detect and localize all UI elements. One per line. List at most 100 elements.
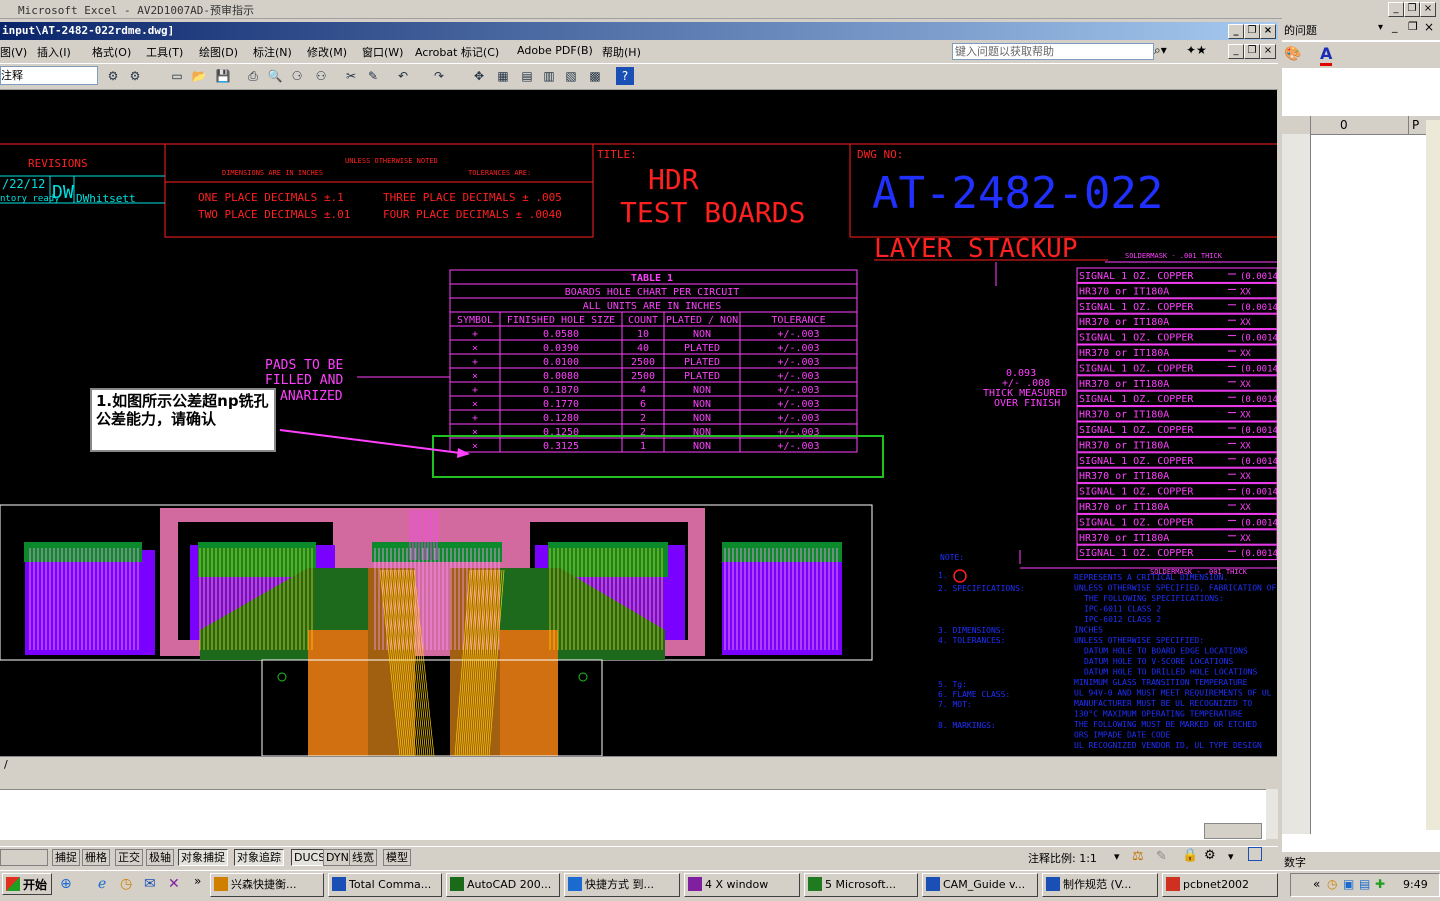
new-file-icon[interactable]: ▭	[168, 67, 186, 85]
auto-scale-icon[interactable]: ✎	[1156, 849, 1167, 864]
doc-minimize-button[interactable]: _	[1228, 44, 1244, 59]
layer-select[interactable]: 注释	[0, 66, 98, 85]
excel-corner[interactable]	[1282, 116, 1311, 134]
menu-help[interactable]: 帮助(H)	[602, 44, 641, 60]
status-toggle-4[interactable]: 对象捕捉	[178, 849, 228, 866]
layer-states-icon[interactable]: ⚙	[126, 67, 144, 85]
tool-palettes-icon[interactable]: ▧	[562, 67, 580, 85]
command-line[interactable]	[0, 789, 1266, 840]
status-toggle-9[interactable]: 模型	[383, 849, 411, 866]
taskbar-task[interactable]: 制作规范 (V...	[1042, 873, 1158, 897]
quicklaunch-outlook-icon[interactable]: ✉	[144, 876, 156, 892]
menu-adobe-pdf[interactable]: Adobe PDF(B)	[517, 44, 593, 57]
excel-col-header[interactable]: P	[1412, 118, 1419, 132]
tray-collapse-icon[interactable]: «	[1313, 877, 1320, 891]
menu-modify[interactable]: 修改(M)	[307, 44, 347, 60]
menu-dimension[interactable]: 标注(N)	[253, 44, 292, 60]
status-toggle-8[interactable]: 线宽	[349, 849, 377, 866]
star-icon[interactable]: ✦★	[1186, 43, 1207, 57]
taskbar-task[interactable]: 4 X window	[684, 873, 800, 897]
start-button[interactable]: 开始	[2, 873, 52, 895]
menu-window[interactable]: 窗口(W)	[362, 44, 403, 60]
status-toggle-1[interactable]: 栅格	[82, 849, 110, 866]
doc-restore-button[interactable]: ❐	[1244, 44, 1260, 59]
excel-col-header[interactable]: 0	[1340, 118, 1348, 132]
quicklaunch-clock-icon[interactable]: ◷	[120, 876, 132, 892]
tray-green-icon[interactable]: ✚	[1375, 877, 1385, 891]
acad-restore-button[interactable]: ❐	[1244, 24, 1260, 39]
command-scrollbar[interactable]	[1266, 789, 1278, 839]
zoom-icon[interactable]: ▦	[494, 67, 512, 85]
excel-minimize-button[interactable]: _	[1388, 2, 1404, 17]
preview-icon[interactable]: 🔍	[266, 67, 284, 85]
publish-icon[interactable]: ⚆	[288, 67, 306, 85]
menu-tools[interactable]: 工具(T)	[146, 44, 183, 60]
quicklaunch-x-icon[interactable]: ✕	[168, 876, 180, 892]
acad-minimize-button[interactable]: _	[1228, 24, 1244, 39]
excel-vscroll[interactable]	[1426, 120, 1440, 830]
annotation-scale[interactable]: 注释比例: 1:1	[1028, 850, 1097, 866]
help-search-input[interactable]: 键入问题以获取帮助	[952, 43, 1154, 60]
menu-format[interactable]: 格式(O)	[92, 44, 131, 60]
match-properties-icon[interactable]: ✎	[364, 67, 382, 85]
quicklaunch-more-icon[interactable]: »	[194, 874, 201, 888]
taskbar-task[interactable]: CAM_Guide v...	[922, 873, 1038, 897]
status-toggle-0[interactable]: 捕捉	[52, 849, 80, 866]
excel-question-dropdown[interactable]: ▾	[1378, 22, 1383, 33]
excel-doc-restore[interactable]: ❐	[1408, 20, 1418, 33]
calculator-icon[interactable]: ▩	[586, 67, 604, 85]
tray-network-icon[interactable]: ▣	[1343, 877, 1354, 891]
lock-icon[interactable]: 🔒	[1182, 848, 1198, 863]
properties-icon[interactable]: ▤	[518, 67, 536, 85]
font-color-icon[interactable]: A	[1320, 44, 1333, 66]
taskbar-task[interactable]: pcbnet2002	[1162, 873, 1278, 897]
excel-doc-min[interactable]: _	[1392, 20, 1398, 33]
design-center-icon[interactable]: ▥	[540, 67, 558, 85]
annotation-visibility-icon[interactable]: ⚖	[1132, 849, 1144, 864]
taskbar-task[interactable]: 5 Microsoft...	[804, 873, 918, 897]
tray-clock-icon[interactable]: ◷	[1327, 877, 1337, 891]
quicklaunch-browser-icon[interactable]: ℯ	[98, 876, 106, 892]
status-toggle-3[interactable]: 极轴	[146, 849, 174, 866]
tray-settings-icon[interactable]: ⚙	[1204, 848, 1216, 863]
redo-icon[interactable]: ↷	[430, 67, 448, 85]
help-icon[interactable]: ?	[616, 67, 634, 85]
fill-color-icon[interactable]: 🎨	[1284, 46, 1301, 62]
taskbar-task[interactable]: 兴森快捷衡...	[210, 873, 324, 897]
taskbar-task[interactable]: Total Comma...	[328, 873, 442, 897]
drawing-hscroll[interactable]: /	[0, 756, 1277, 774]
excel-row-headers[interactable]	[1282, 134, 1311, 834]
scale-dropdown-icon[interactable]: ▾	[1114, 850, 1120, 863]
excel-restore-button[interactable]: ❐	[1404, 2, 1420, 17]
clean-screen-icon[interactable]	[1248, 847, 1262, 861]
print-icon[interactable]: ⎙	[244, 67, 262, 85]
excel-close-button[interactable]: ×	[1420, 2, 1436, 17]
pan-icon[interactable]: ✥	[470, 67, 488, 85]
cmd-hscroll[interactable]	[1204, 823, 1262, 839]
status-toggle-2[interactable]: 正交	[115, 849, 143, 866]
menu-draw[interactable]: 绘图(D)	[199, 44, 238, 60]
layer-properties-icon[interactable]: ⚙	[104, 67, 122, 85]
menu-view[interactable]: 图(V)	[0, 44, 27, 60]
doc-close-button[interactable]: ×	[1260, 44, 1276, 59]
excel-doc-close[interactable]: ×	[1424, 20, 1434, 34]
quicklaunch-ie-icon[interactable]: ⊕	[60, 876, 72, 892]
tray-monitor-icon[interactable]: ▤	[1359, 877, 1370, 891]
cut-icon[interactable]: ✂	[342, 67, 360, 85]
undo-icon[interactable]: ↶	[394, 67, 412, 85]
status-menu-icon[interactable]: ▾	[1228, 850, 1234, 863]
menu-insert[interactable]: 插入(I)	[37, 44, 71, 60]
menu-acrobat[interactable]: Acrobat 标记(C)	[415, 44, 499, 60]
search-icon[interactable]: ⌕▾	[1154, 43, 1167, 58]
taskbar-task[interactable]: AutoCAD 200...	[446, 873, 560, 897]
status-toggle-7[interactable]: DYN	[323, 849, 352, 866]
open-file-icon[interactable]: 📂	[190, 67, 208, 85]
status-toggle-5[interactable]: 对象追踪	[234, 849, 284, 866]
save-icon[interactable]: 💾	[214, 67, 232, 85]
acad-close-button[interactable]: ×	[1260, 24, 1276, 39]
note-text: DATUM HOLE TO BOARD EDGE LOCATIONS	[1084, 647, 1248, 656]
taskbar-task[interactable]: 快捷方式 到...	[564, 873, 680, 897]
note-text: REPRESENTS A CRITICAL DIMENSION.	[1074, 573, 1228, 582]
drawing-canvas[interactable]: REVISIONS /22/12 ntory ready DW DWhitset…	[0, 90, 1277, 756]
3d-dwf-icon[interactable]: ⚇	[312, 67, 330, 85]
